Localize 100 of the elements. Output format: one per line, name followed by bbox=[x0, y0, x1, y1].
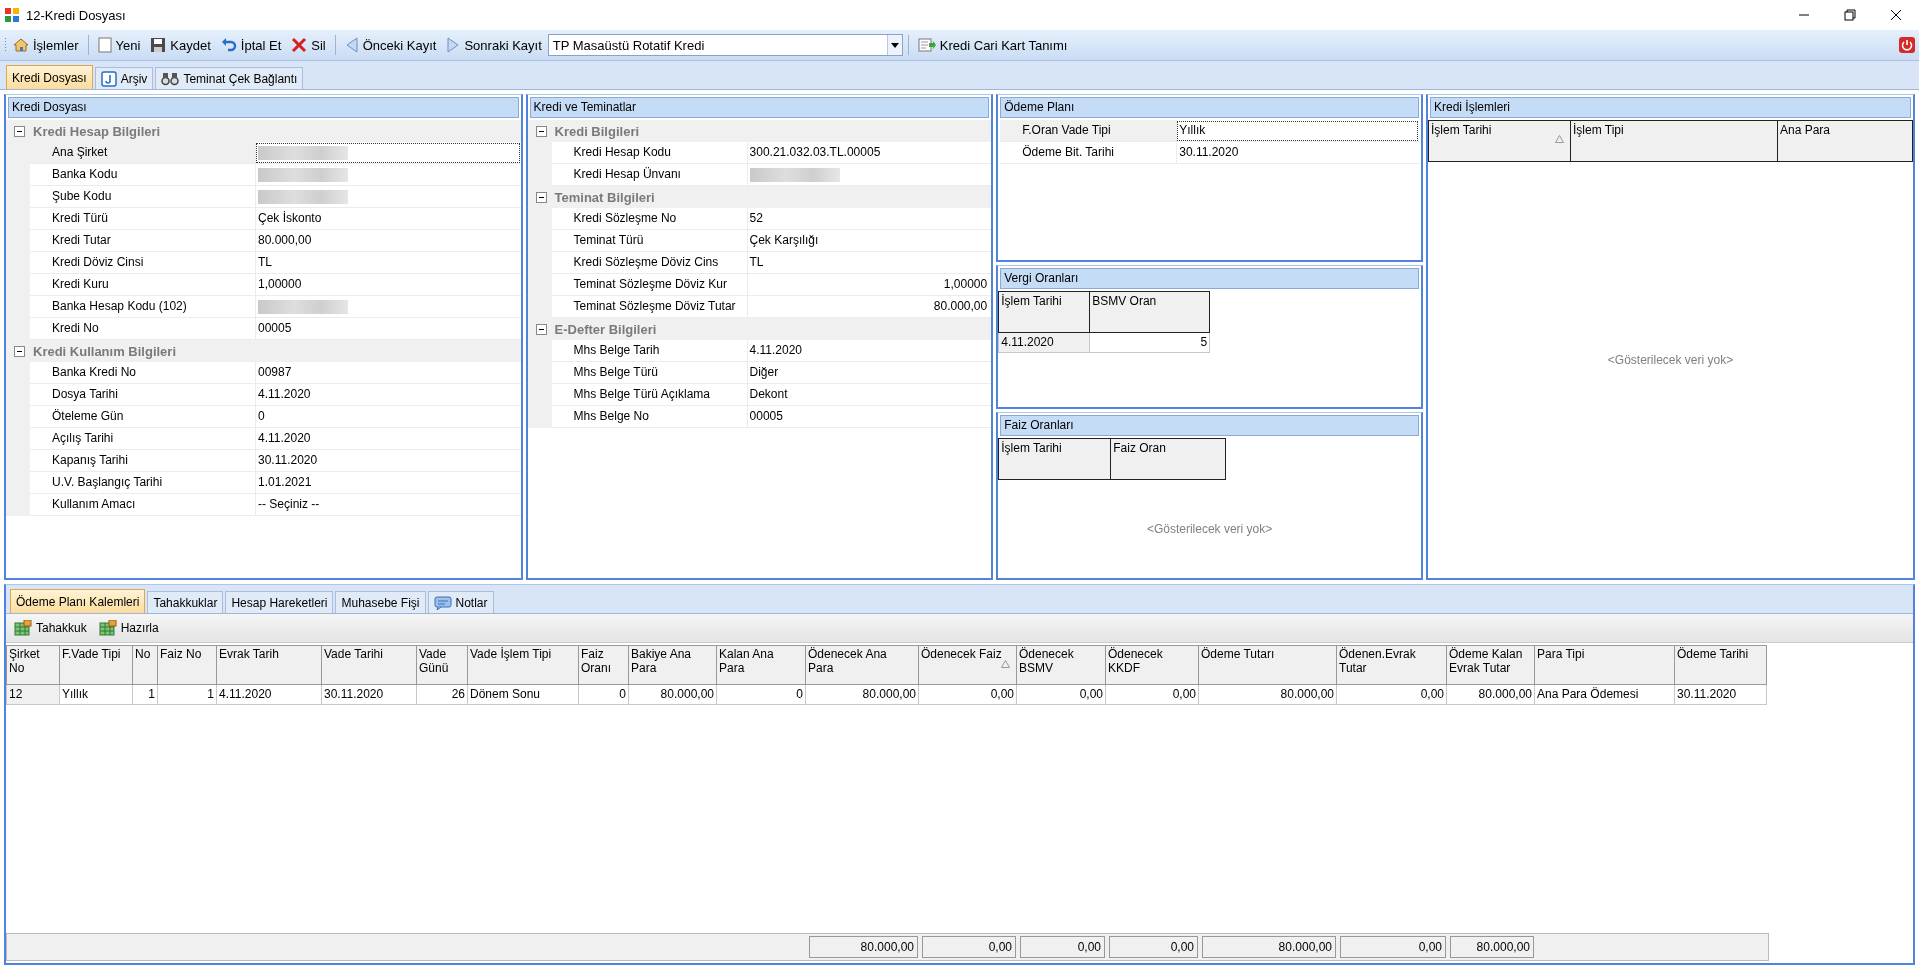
column-header[interactable]: Faiz Oranı bbox=[579, 645, 629, 685]
column-header[interactable]: Bakiye Ana Para bbox=[629, 645, 717, 685]
property-value[interactable]: 00005 bbox=[255, 318, 521, 340]
toolbar-button[interactable]: Yeni bbox=[93, 35, 145, 55]
property-value[interactable]: Çek İskonto bbox=[255, 208, 521, 230]
column-header[interactable]: BSMV Oran bbox=[1090, 291, 1211, 333]
table-cell: 0,00 bbox=[919, 685, 1017, 705]
column-header[interactable]: Ödenecek Ana Para bbox=[806, 645, 919, 685]
panel-header: Ödeme Planı bbox=[1000, 97, 1419, 118]
property-value[interactable]: 80.000,00 bbox=[255, 230, 521, 252]
tab[interactable]: Kredi Dosyası bbox=[6, 65, 93, 89]
column-header[interactable]: Ödenecek BSMV bbox=[1017, 645, 1106, 685]
property-label: Şube Kodu bbox=[30, 186, 255, 208]
column-header[interactable]: Ödeme Tarihi bbox=[1675, 645, 1767, 685]
power-button[interactable] bbox=[1899, 37, 1915, 53]
property-label: Mhs Belge Türü Açıklama bbox=[551, 384, 747, 406]
property-value-field[interactable] bbox=[255, 186, 521, 208]
panel-header: Kredi Dosyası bbox=[8, 97, 519, 118]
column-header[interactable]: Ödenen.Evrak Tutar bbox=[1337, 645, 1447, 685]
property-value-field[interactable] bbox=[255, 142, 521, 164]
property-value[interactable]: TL bbox=[255, 252, 521, 274]
column-header[interactable]: Vade İşlem Tipi bbox=[468, 645, 579, 685]
toolbar-button[interactable]: Tahakkuk bbox=[10, 618, 91, 638]
panel-header: Faiz Oranları bbox=[1000, 415, 1419, 436]
property-value[interactable]: Yıllık bbox=[1176, 120, 1419, 142]
table-cell: 0 bbox=[579, 685, 629, 705]
tab[interactable]: Hesap Hareketleri bbox=[225, 591, 334, 613]
column-header[interactable]: Ödenecek Faiz bbox=[919, 645, 1017, 685]
property-value[interactable]: 4.11.2020 bbox=[255, 428, 521, 450]
property-value[interactable]: 1.01.2021 bbox=[255, 472, 521, 494]
property-label: Kapanış Tarihi bbox=[30, 450, 255, 472]
property-label: Banka Hesap Kodu (102) bbox=[30, 296, 255, 318]
property-label: Kullanım Amacı bbox=[30, 494, 255, 516]
column-header[interactable]: Para Tipi bbox=[1535, 645, 1675, 685]
property-value[interactable]: 00005 bbox=[746, 406, 992, 428]
property-value-field[interactable] bbox=[255, 296, 521, 318]
page-icon bbox=[97, 37, 112, 53]
table-cell: 0 bbox=[717, 685, 806, 705]
property-value[interactable]: 30.11.2020 bbox=[1176, 142, 1419, 164]
tab[interactable]: Tahakkuklar bbox=[147, 591, 224, 613]
toolbar-button[interactable]: İşlemler bbox=[9, 35, 83, 55]
property-value[interactable]: 0 bbox=[255, 406, 521, 428]
grip-icon bbox=[4, 37, 7, 53]
column-header[interactable]: İşlem Tipi bbox=[1571, 120, 1778, 162]
toolbar-button[interactable]: Kredi Cari Kart Tanımı bbox=[913, 35, 1072, 55]
property-label: Kredi Türü bbox=[30, 208, 255, 230]
toolbar-button[interactable]: Önceki Kayıt bbox=[340, 35, 441, 55]
property-value[interactable]: 4.11.2020 bbox=[255, 384, 521, 406]
property-value[interactable]: TL bbox=[746, 252, 992, 274]
column-header[interactable]: Ödeme Kalan Evrak Tutar bbox=[1447, 645, 1535, 685]
column-header[interactable]: Evrak Tarih bbox=[217, 645, 322, 685]
property-value[interactable]: Dekont bbox=[746, 384, 992, 406]
toolbar-button[interactable]: Sonraki Kayıt bbox=[442, 35, 546, 55]
column-header[interactable]: F.Vade Tipi bbox=[60, 645, 133, 685]
property-value-field[interactable] bbox=[255, 164, 521, 186]
property-value[interactable]: -- Seçiniz -- bbox=[255, 494, 521, 516]
property-value[interactable]: 52 bbox=[746, 208, 992, 230]
column-header[interactable]: Ana Para bbox=[1778, 120, 1913, 162]
total-value: 0,00 bbox=[1109, 936, 1198, 958]
right-arrow-icon bbox=[446, 37, 461, 53]
column-header[interactable]: Vade Günü bbox=[417, 645, 468, 685]
column-header[interactable]: Şirket No bbox=[6, 645, 60, 685]
tab[interactable]: Arşiv bbox=[94, 67, 154, 89]
property-value[interactable]: 300.21.032.03.TL.00005 bbox=[746, 142, 992, 164]
column-header[interactable]: İşlem Tarihi bbox=[1428, 120, 1571, 162]
column-header[interactable]: Faiz No bbox=[158, 645, 217, 685]
toolbar-button[interactable]: İptal Et bbox=[216, 35, 286, 55]
property-value-field[interactable] bbox=[746, 164, 992, 186]
property-value[interactable]: Çek Karşılığı bbox=[746, 230, 992, 252]
column-header[interactable]: Vade Tarihi bbox=[322, 645, 417, 685]
table-cell: 4.11.2020 bbox=[998, 333, 1091, 353]
column-header[interactable]: Faiz Oran bbox=[1111, 438, 1227, 480]
tab[interactable]: Ödeme Planı Kalemleri bbox=[10, 589, 146, 613]
property-value[interactable]: Diğer bbox=[746, 362, 992, 384]
property-value[interactable]: 1,00000 bbox=[746, 274, 992, 296]
property-value[interactable]: 80.000,00 bbox=[746, 296, 992, 318]
column-header[interactable]: No bbox=[133, 645, 158, 685]
total-value: 80.000,00 bbox=[1202, 936, 1336, 958]
tab[interactable]: Teminat Çek Bağlantı bbox=[155, 67, 304, 89]
toolbar-button[interactable]: Sil bbox=[287, 35, 330, 55]
record-dropdown[interactable]: TP Masaüstü Rotatif Kredi bbox=[547, 34, 903, 56]
property-value[interactable]: 00987 bbox=[255, 362, 521, 384]
panel-header: Kredi ve Teminatlar bbox=[529, 97, 990, 118]
property-value[interactable]: 1,00000 bbox=[255, 274, 521, 296]
total-value: 0,00 bbox=[1340, 936, 1446, 958]
column-header[interactable]: Ödeme Tutarı bbox=[1199, 645, 1337, 685]
property-label: Kredi Hesap Kodu bbox=[551, 142, 747, 164]
property-value[interactable]: 30.11.2020 bbox=[255, 450, 521, 472]
property-label: Teminat Sözleşme Döviz Tutar bbox=[551, 296, 747, 318]
toolbar-button[interactable]: Kaydet bbox=[146, 35, 215, 55]
tab[interactable]: Notlar bbox=[427, 591, 494, 613]
tab[interactable]: Muhasebe Fişi bbox=[335, 591, 426, 613]
column-header[interactable]: İşlem Tarihi bbox=[998, 438, 1112, 480]
column-header[interactable]: Kalan Ana Para bbox=[717, 645, 806, 685]
column-header[interactable]: İşlem Tarihi bbox=[998, 291, 1091, 333]
app-logo-icon bbox=[4, 7, 20, 23]
property-label: Kredi Sözleşme Döviz Cins bbox=[551, 252, 747, 274]
property-value[interactable]: 4.11.2020 bbox=[746, 340, 992, 362]
column-header[interactable]: Ödenecek KKDF bbox=[1106, 645, 1199, 685]
toolbar-button[interactable]: Hazırla bbox=[94, 618, 163, 638]
